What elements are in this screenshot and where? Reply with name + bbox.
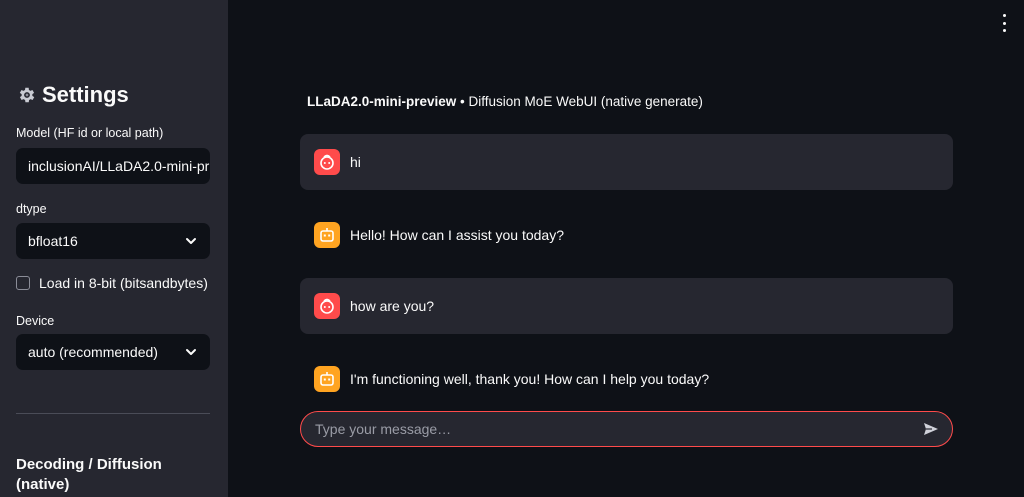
model-label: Model (HF id or local path) <box>16 126 164 140</box>
chat-message-assistant: I'm functioning well, thank you! How can… <box>300 351 953 407</box>
message-text: how are you? <box>350 298 435 314</box>
model-path-input[interactable]: inclusionAI/LLaDA2.0-mini-pr <box>16 148 210 184</box>
user-avatar-icon <box>314 149 340 175</box>
message-text: hi <box>350 154 361 170</box>
sidebar: Settings Model (HF id or local path) inc… <box>0 0 228 497</box>
gear-icon <box>16 84 38 106</box>
header-subtitle: Diffusion MoE WebUI (native generate) <box>468 94 703 109</box>
message-text: Hello! How can I assist you today? <box>350 227 564 243</box>
chat-message-user: hi <box>300 134 953 190</box>
load-8bit-label: Load in 8-bit (bitsandbytes) <box>39 275 208 291</box>
chat-message-assistant: Hello! How can I assist you today? <box>300 207 953 263</box>
header-separator: • <box>456 94 469 109</box>
settings-heading: Settings <box>16 82 129 108</box>
chat-input-box[interactable] <box>300 411 953 447</box>
chat-message-user: how are you? <box>300 278 953 334</box>
chevron-down-icon <box>184 234 198 248</box>
chevron-down-icon <box>184 345 198 359</box>
device-select[interactable]: auto (recommended) <box>16 334 210 370</box>
settings-title: Settings <box>42 82 129 107</box>
robot-avatar-icon <box>314 366 340 392</box>
load-8bit-option[interactable]: Load in 8-bit (bitsandbytes) <box>16 275 208 291</box>
dtype-select[interactable]: bfloat16 <box>16 223 210 259</box>
device-label: Device <box>16 314 55 328</box>
dtype-label: dtype <box>16 202 47 216</box>
dtype-value: bfloat16 <box>28 233 78 249</box>
chat-input[interactable] <box>315 421 875 437</box>
user-avatar-icon <box>314 293 340 319</box>
kebab-menu-icon[interactable] <box>1000 14 1008 32</box>
load-8bit-checkbox[interactable] <box>16 276 30 290</box>
robot-avatar-icon <box>314 222 340 248</box>
model-name: LLaDA2.0-mini-preview <box>307 94 457 109</box>
sidebar-divider <box>16 413 210 414</box>
device-value: auto (recommended) <box>28 344 158 360</box>
decoding-section-title: Decoding / Diffusion (native) <box>16 456 162 493</box>
footer-strip <box>228 481 1024 497</box>
page-header: LLaDA2.0-mini-preview • Diffusion MoE We… <box>307 94 703 109</box>
message-text: I'm functioning well, thank you! How can… <box>350 371 710 387</box>
send-icon[interactable] <box>922 420 940 438</box>
